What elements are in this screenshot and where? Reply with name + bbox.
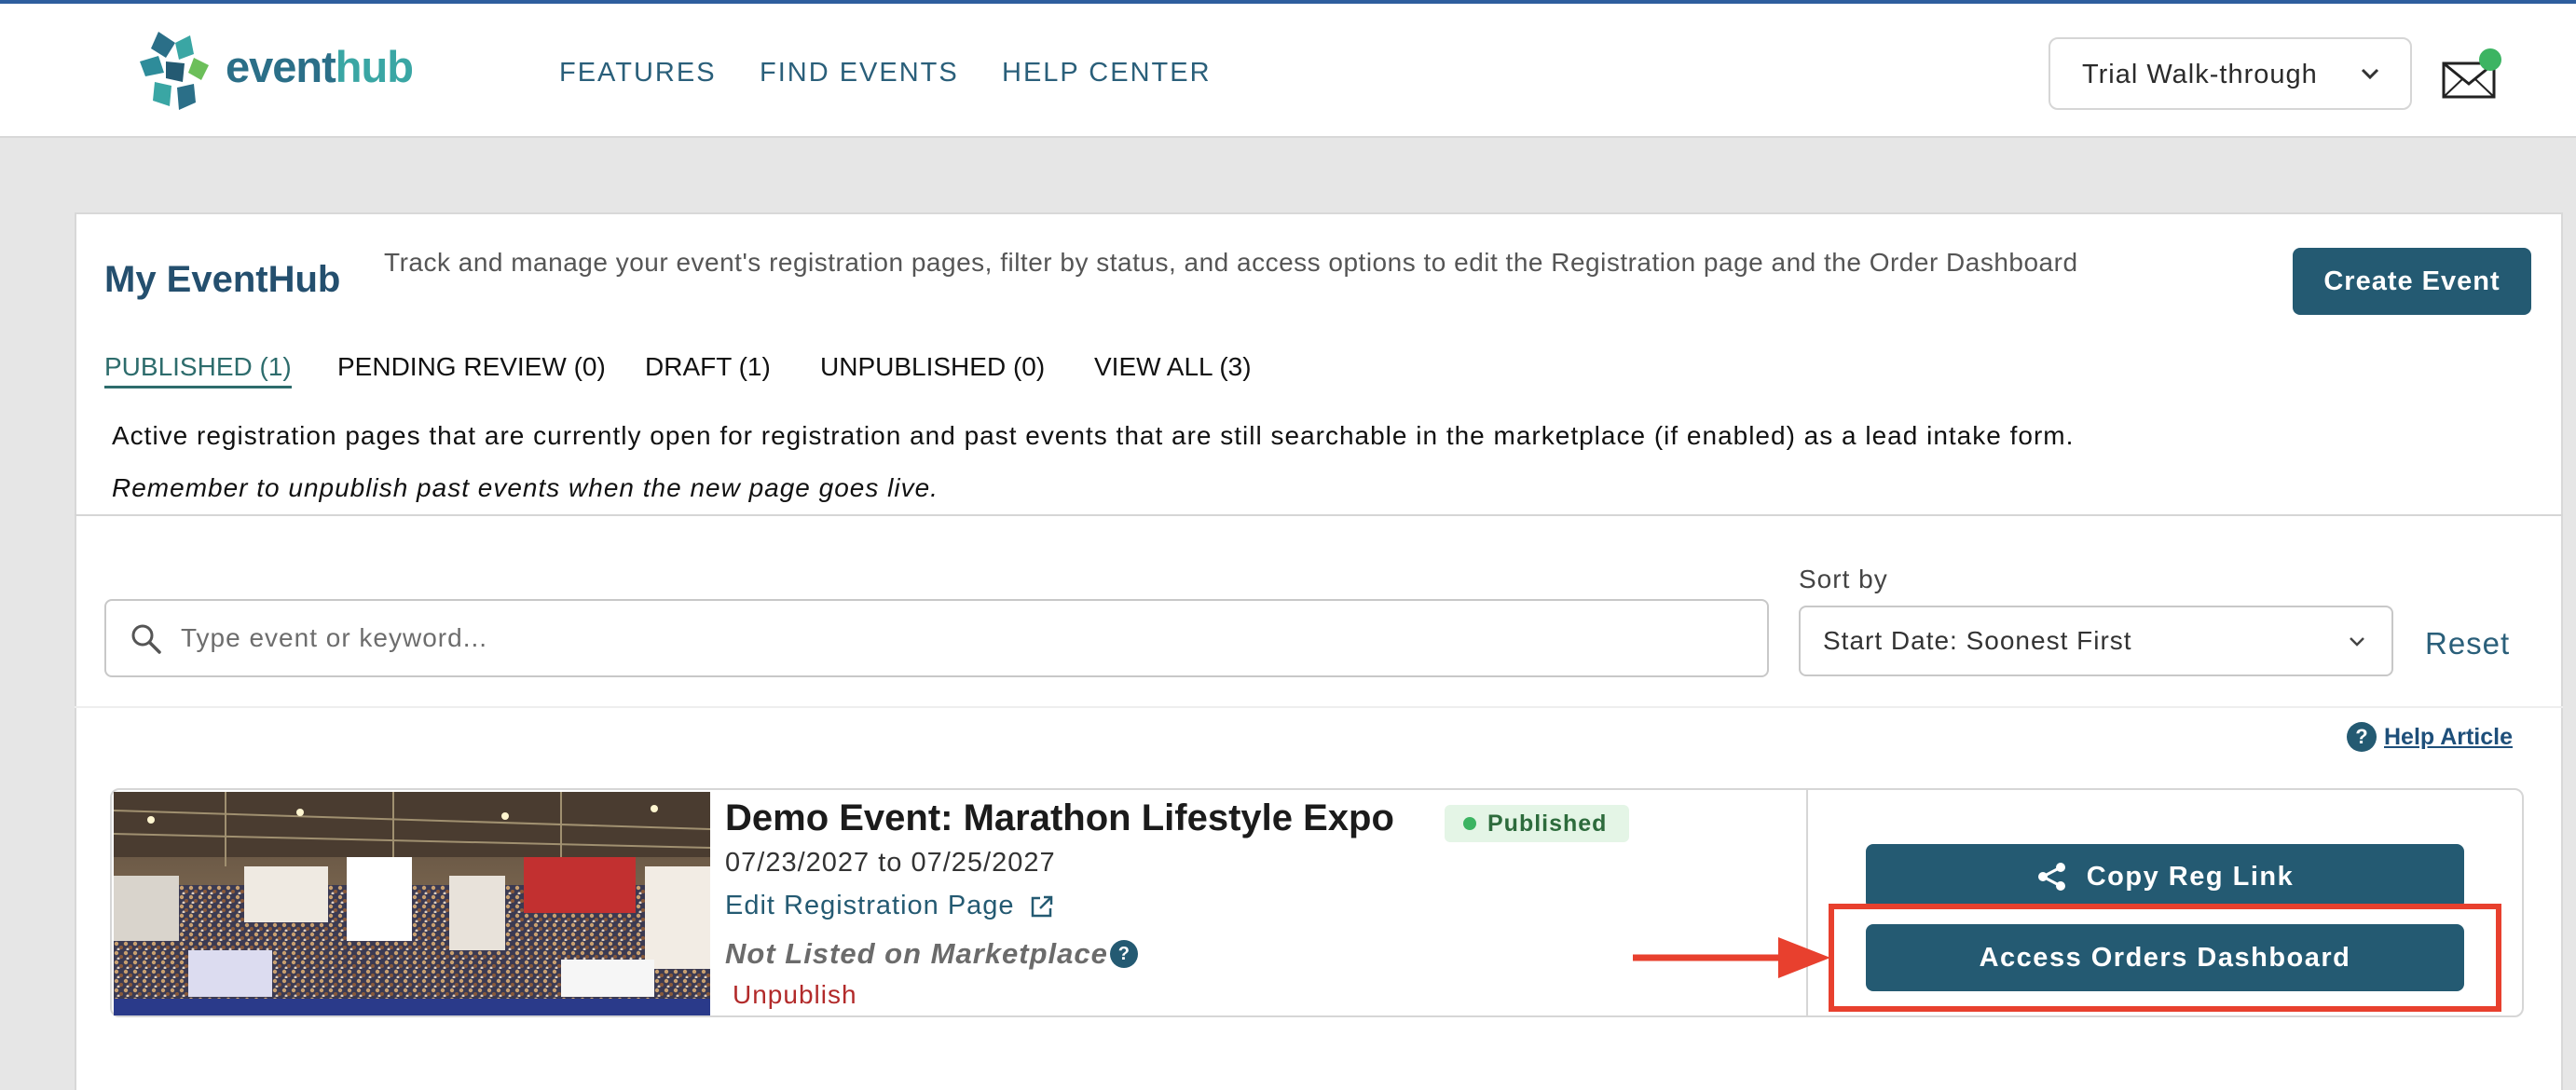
search-input[interactable] bbox=[181, 610, 1747, 666]
sort-label: Sort by bbox=[1799, 565, 1888, 593]
tab-draft[interactable]: DRAFT (1) bbox=[645, 352, 771, 382]
share-icon bbox=[2037, 863, 2065, 891]
nav-find-events[interactable]: FIND EVENTS bbox=[760, 58, 959, 89]
account-select[interactable]: Trial Walk-through bbox=[2048, 37, 2412, 110]
tab-published[interactable]: PUBLISHED (1) bbox=[104, 352, 292, 388]
marketplace-status-label: Not Listed on Marketplace bbox=[725, 937, 1108, 970]
event-title: Demo Event: Marathon Lifestyle Expo bbox=[725, 797, 1394, 838]
tab-info-reminder: Remember to unpublish past events when t… bbox=[112, 473, 939, 502]
nav-features[interactable]: FEATURES bbox=[559, 58, 717, 89]
logo-wordmark: eventhub bbox=[226, 41, 414, 92]
help-article-link[interactable]: ? Help Article bbox=[2347, 721, 2513, 753]
help-icon[interactable]: ? bbox=[1109, 940, 1138, 968]
tab-view-all[interactable]: VIEW ALL (3) bbox=[1094, 352, 1252, 382]
status-badge-label: Published bbox=[1487, 810, 1608, 837]
page-title: My EventHub bbox=[104, 259, 341, 300]
tab-unpublished[interactable]: UNPUBLISHED (0) bbox=[820, 352, 1045, 382]
sort-select-value: Start Date: Soonest First bbox=[1823, 626, 2132, 655]
edit-registration-link[interactable]: Edit Registration Page bbox=[725, 891, 1054, 921]
search-icon bbox=[131, 624, 161, 654]
filter-divider bbox=[75, 706, 2563, 708]
help-icon: ? bbox=[2347, 722, 2377, 752]
eventhub-logo[interactable]: eventhub bbox=[138, 28, 427, 114]
marketplace-status: Not Listed on Marketplace ? bbox=[725, 937, 1138, 971]
chevron-down-icon bbox=[2350, 637, 2364, 647]
chevron-down-icon bbox=[2361, 68, 2379, 80]
edit-registration-label: Edit Registration Page bbox=[725, 891, 1015, 920]
messages-button[interactable] bbox=[2436, 47, 2501, 102]
annotation-arrow-icon bbox=[1633, 937, 1830, 978]
logo-word-hub: hub bbox=[335, 42, 414, 91]
envelope-icon bbox=[2442, 48, 2501, 99]
event-card-divider bbox=[1806, 790, 1808, 1015]
eventhub-logo-icon bbox=[140, 32, 209, 110]
tab-info-text: Active registration pages that are curre… bbox=[112, 421, 2075, 450]
status-badge: Published bbox=[1445, 805, 1629, 842]
logo-word-event: event bbox=[226, 42, 336, 91]
event-dates: 07/23/2027 to 07/25/2027 bbox=[725, 848, 1056, 878]
section-divider bbox=[75, 514, 2563, 516]
status-dot bbox=[1463, 817, 1476, 830]
notification-dot bbox=[2479, 48, 2501, 71]
copy-reg-link-button[interactable]: Copy Reg Link bbox=[1866, 844, 2464, 909]
page-description: Track and manage your event's registrati… bbox=[384, 248, 2078, 277]
unpublish-link[interactable]: Unpublish bbox=[733, 980, 857, 1010]
sort-select[interactable]: Start Date: Soonest First bbox=[1799, 606, 2393, 676]
search-box bbox=[104, 599, 1769, 677]
event-thumbnail-image[interactable] bbox=[114, 792, 710, 1015]
annotation-highlight-box bbox=[1829, 904, 2501, 1012]
copy-reg-link-label: Copy Reg Link bbox=[2086, 861, 2295, 892]
tab-pending-review[interactable]: PENDING REVIEW (0) bbox=[337, 352, 606, 382]
site-header: eventhub FEATURES FIND EVENTS HELP CENTE… bbox=[0, 4, 2576, 138]
create-event-button[interactable]: Create Event bbox=[2293, 248, 2531, 315]
account-select-value: Trial Walk-through bbox=[2082, 60, 2318, 89]
external-link-icon bbox=[1031, 895, 1052, 917]
help-article-label: Help Article bbox=[2384, 723, 2514, 750]
nav-help-center[interactable]: HELP CENTER bbox=[1002, 58, 1212, 89]
reset-filters-link[interactable]: Reset bbox=[2425, 626, 2510, 661]
